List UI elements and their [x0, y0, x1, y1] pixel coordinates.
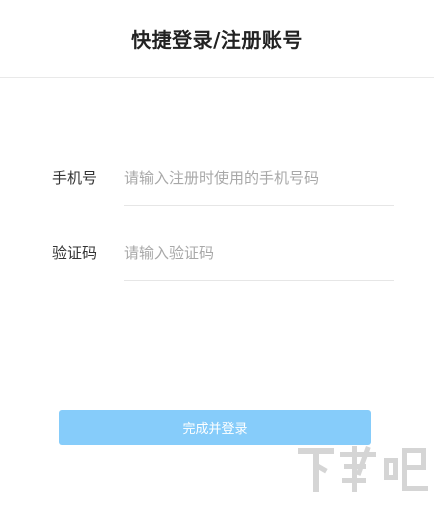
- phone-input[interactable]: [124, 161, 394, 195]
- code-input[interactable]: [124, 236, 394, 270]
- page-title: 快捷登录/注册账号: [131, 28, 303, 52]
- phone-underline: [124, 205, 394, 206]
- watermark-logo-image: [298, 446, 428, 492]
- complete-and-login-button[interactable]: 完成并登录: [59, 410, 371, 445]
- phone-label: 手机号: [52, 169, 98, 187]
- watermark-logo: [296, 444, 430, 502]
- phone-row: 手机号: [0, 151, 434, 206]
- code-underline: [124, 280, 394, 281]
- code-label: 验证码: [52, 244, 98, 262]
- code-row: 验证码: [0, 226, 434, 281]
- page-header: 快捷登录/注册账号: [0, 0, 434, 78]
